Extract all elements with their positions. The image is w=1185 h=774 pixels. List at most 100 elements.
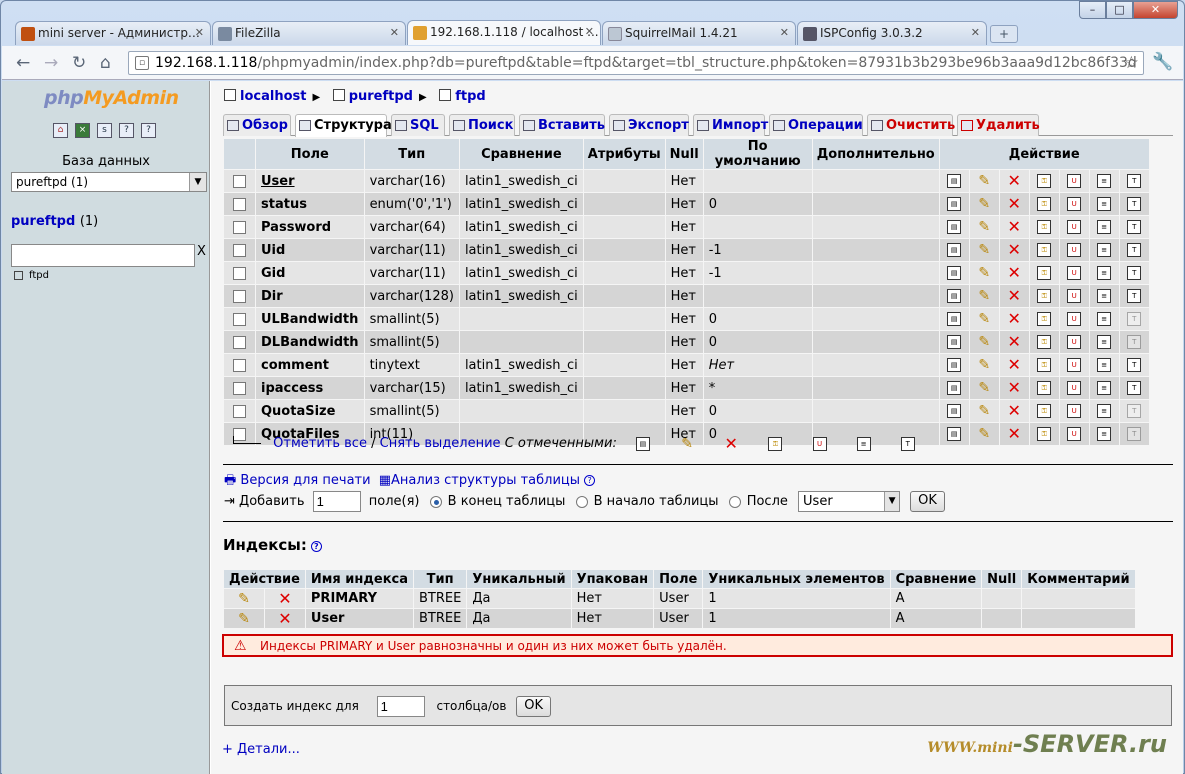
primary-key-icon[interactable]: ⚿ — [1037, 427, 1052, 441]
unique-icon[interactable]: U — [1067, 243, 1082, 257]
checkbox-cell[interactable] — [224, 331, 255, 353]
unique-icon[interactable]: U — [1067, 197, 1082, 211]
check-all-link[interactable]: Отметить все — [273, 436, 367, 451]
drop-icon[interactable]: ✕ — [1007, 242, 1021, 258]
index-icon[interactable]: ≡ — [1097, 312, 1112, 326]
row-checkbox[interactable] — [233, 404, 246, 418]
row-checkbox[interactable] — [233, 381, 246, 395]
checkbox-cell[interactable] — [224, 377, 255, 399]
drop-index-icon[interactable]: ✕ — [278, 590, 292, 606]
close-tab-icon[interactable]: ✕ — [971, 26, 980, 39]
tab-empty[interactable]: Очистить — [867, 114, 955, 136]
unique-icon[interactable]: U — [1067, 335, 1082, 349]
change-icon[interactable]: ✎ — [977, 381, 991, 395]
unique-icon[interactable]: U — [1067, 427, 1082, 441]
drop-icon[interactable]: ✕ — [1007, 265, 1021, 281]
browse-values-icon[interactable]: ▤ — [947, 266, 962, 280]
sidebar-item-ftpd[interactable]: ftpd — [14, 270, 49, 281]
help-icon[interactable]: ? — [584, 475, 596, 486]
tab-drop[interactable]: Удалить — [957, 114, 1040, 136]
browse-selected-icon[interactable]: ▤ — [635, 436, 651, 451]
row-checkbox[interactable] — [233, 220, 246, 234]
tab-search[interactable]: Поиск — [449, 114, 515, 136]
browse-values-icon[interactable]: ▤ — [947, 312, 962, 326]
tab-import[interactable]: Импорт — [693, 114, 768, 136]
primary-selected-icon[interactable]: ⚿ — [767, 436, 783, 451]
breadcrumb-server[interactable]: localhost — [240, 89, 306, 104]
primary-key-icon[interactable]: ⚿ — [1037, 289, 1052, 303]
add-fields-ok-button[interactable]: OK — [910, 491, 945, 512]
change-selected-icon[interactable]: ✎ — [679, 436, 695, 451]
database-select[interactable]: pureftpd (1) ▼ — [11, 172, 207, 192]
fulltext-icon[interactable]: T — [1127, 358, 1142, 372]
back-arrow-icon[interactable]: ← — [16, 53, 30, 73]
address-bar[interactable]: ▫ 192.168.1.118/phpmyadmin/index.php?db=… — [128, 51, 1144, 75]
close-window-button[interactable]: ✕ — [1133, 1, 1178, 19]
index-icon[interactable]: ≡ — [1097, 243, 1112, 257]
col-field[interactable]: Поле — [256, 139, 364, 169]
help-icon[interactable]: ? — [310, 541, 322, 552]
primary-key-icon[interactable]: ⚿ — [1037, 266, 1052, 280]
tab-export[interactable]: Экспорт — [609, 114, 689, 136]
table-filter-input[interactable] — [11, 244, 195, 267]
change-icon[interactable]: ✎ — [977, 243, 991, 257]
browse-values-icon[interactable]: ▤ — [947, 289, 962, 303]
index-icon[interactable]: ≡ — [1097, 174, 1112, 188]
breadcrumb-table[interactable]: ftpd — [455, 89, 485, 104]
tab-browse[interactable]: Обзор — [223, 114, 291, 136]
clear-filter-button[interactable]: X — [197, 244, 206, 259]
uncheck-all-link[interactable]: Снять выделение — [380, 436, 501, 451]
fulltext-icon[interactable]: T — [1127, 266, 1142, 280]
unique-icon[interactable]: U — [1067, 404, 1082, 418]
fulltext-icon[interactable]: T — [1127, 381, 1142, 395]
at-end-radio[interactable] — [429, 495, 442, 508]
primary-key-icon[interactable]: ⚿ — [1037, 358, 1052, 372]
checkbox-cell[interactable] — [224, 193, 255, 215]
index-selected-icon[interactable]: ≡ — [856, 436, 872, 451]
details-link[interactable]: + Детали... — [222, 742, 300, 757]
tab-operations[interactable]: Операции — [769, 114, 863, 136]
edit-index-icon[interactable]: ✎ — [237, 592, 251, 606]
index-icon[interactable]: ≡ — [1097, 404, 1112, 418]
fulltext-icon[interactable]: T — [1127, 243, 1142, 257]
drop-icon[interactable]: ✕ — [1007, 357, 1021, 373]
drop-icon[interactable]: ✕ — [1007, 403, 1021, 419]
checkbox-cell[interactable] — [224, 400, 255, 422]
drop-selected-icon[interactable]: ✕ — [723, 435, 739, 451]
sql-icon[interactable]: s — [97, 123, 112, 138]
fulltext-icon[interactable]: T — [1127, 289, 1142, 303]
change-icon[interactable]: ✎ — [977, 312, 991, 326]
change-icon[interactable]: ✎ — [977, 174, 991, 188]
row-checkbox[interactable] — [233, 335, 246, 349]
index-icon[interactable]: ≡ — [1097, 289, 1112, 303]
change-icon[interactable]: ✎ — [977, 335, 991, 349]
drop-icon[interactable]: ✕ — [1007, 196, 1021, 212]
browse-values-icon[interactable]: ▤ — [947, 220, 962, 234]
exit-icon[interactable]: × — [75, 123, 90, 138]
checkbox-cell[interactable] — [224, 285, 255, 307]
create-index-ok-button[interactable]: OK — [516, 696, 552, 717]
browse-values-icon[interactable]: ▤ — [947, 243, 962, 257]
edit-index-icon[interactable]: ✎ — [237, 612, 251, 626]
fulltext-icon[interactable]: T — [1127, 174, 1142, 188]
fulltext-icon[interactable]: T — [1127, 220, 1142, 234]
change-icon[interactable]: ✎ — [977, 427, 991, 441]
after-radio[interactable] — [728, 495, 741, 508]
browser-tab-ispconfig[interactable]: ISPConfig 3.0.3.2 ✕ — [797, 21, 987, 45]
unique-icon[interactable]: U — [1067, 266, 1082, 280]
checkbox-cell[interactable] — [224, 216, 255, 238]
at-begin-radio[interactable] — [575, 495, 588, 508]
browse-values-icon[interactable]: ▤ — [947, 335, 962, 349]
checkbox-cell[interactable] — [224, 354, 255, 376]
change-icon[interactable]: ✎ — [977, 220, 991, 234]
checkbox-cell[interactable] — [224, 239, 255, 261]
browser-tab-filezilla[interactable]: FileZilla ✕ — [212, 21, 406, 45]
drop-icon[interactable]: ✕ — [1007, 311, 1021, 327]
browse-values-icon[interactable]: ▤ — [947, 174, 962, 188]
home-icon[interactable]: ⌂ — [100, 53, 111, 73]
primary-key-icon[interactable]: ⚿ — [1037, 174, 1052, 188]
checkbox-cell[interactable] — [224, 308, 255, 330]
analyze-structure-link[interactable]: Анализ структуры таблицы — [391, 473, 580, 488]
phpmyadmin-logo[interactable]: phpMyAdmin — [44, 87, 179, 109]
change-icon[interactable]: ✎ — [977, 197, 991, 211]
